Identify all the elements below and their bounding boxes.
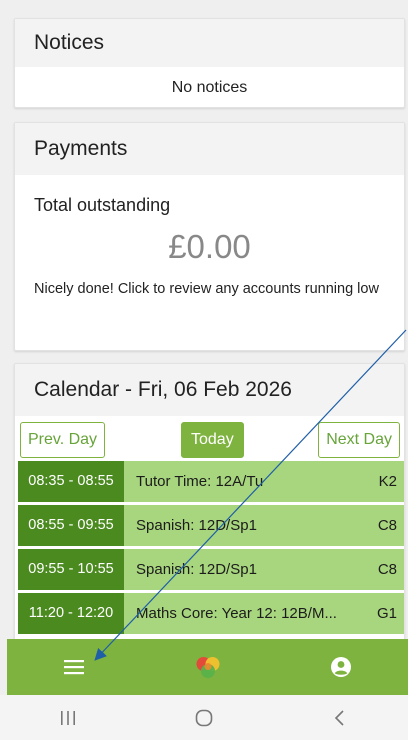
next-day-button[interactable]: Next Day [318, 422, 400, 458]
bottom-navigation [7, 639, 408, 695]
lesson-room: C8 [365, 549, 404, 590]
payments-message[interactable]: Nicely done! Click to review any account… [34, 276, 385, 302]
today-button[interactable]: Today [181, 422, 244, 458]
lesson-subject: Spanish: 12D/Sp1 [124, 505, 365, 546]
app-logo-icon [196, 657, 219, 678]
lesson-time: 08:35 - 08:55 [18, 461, 124, 502]
lesson-room: K2 [365, 461, 404, 502]
calendar-card: Calendar - Fri, 06 Feb 2026 Prev. Day To… [14, 363, 405, 643]
recents-button[interactable] [0, 710, 136, 726]
system-navigation-bar [0, 695, 408, 740]
total-outstanding-label: Total outstanding [34, 195, 171, 215]
lesson-room: G1 [365, 593, 404, 634]
back-button[interactable] [272, 709, 408, 727]
calendar-title: Calendar - Fri, 06 Feb 2026 [15, 364, 404, 416]
home-icon [195, 709, 213, 726]
account-icon [331, 657, 352, 677]
notices-card: Notices No notices [14, 18, 405, 108]
no-notices-text: No notices [171, 79, 248, 96]
home-logo-button[interactable] [141, 639, 275, 695]
payments-title: Payments [15, 123, 404, 175]
day-navigation: Prev. Day Today Next Day [15, 416, 404, 464]
lesson-subject: Spanish: 12D/Sp1 [124, 549, 365, 590]
menu-icon [63, 660, 84, 675]
payments-card[interactable]: Payments Total outstanding £0.00 Nicely … [14, 122, 405, 351]
home-button[interactable] [136, 708, 272, 728]
lesson-room: C8 [365, 505, 404, 546]
back-icon [334, 709, 344, 726]
lesson-row[interactable]: 09:55 - 10:55 Spanish: 12D/Sp1 C8 [18, 549, 404, 590]
lesson-time: 09:55 - 10:55 [18, 549, 124, 590]
account-button[interactable] [274, 639, 408, 695]
lesson-time: 08:55 - 09:55 [18, 505, 124, 546]
recents-icon [61, 710, 75, 725]
lesson-row[interactable]: 11:20 - 12:20 Maths Core: Year 12: 12B/M… [18, 593, 404, 634]
lesson-time: 11:20 - 12:20 [18, 593, 124, 634]
notices-title: Notices [15, 19, 404, 67]
lesson-row[interactable]: 08:35 - 08:55 Tutor Time: 12A/Tu K2 [18, 461, 404, 502]
menu-button[interactable] [7, 639, 141, 695]
lesson-subject: Maths Core: Year 12: 12B/M... [124, 593, 365, 634]
lesson-row[interactable]: 08:55 - 09:55 Spanish: 12D/Sp1 C8 [18, 505, 404, 546]
outstanding-amount: £0.00 [168, 228, 251, 265]
lesson-subject: Tutor Time: 12A/Tu [124, 461, 365, 502]
prev-day-button[interactable]: Prev. Day [20, 422, 106, 458]
